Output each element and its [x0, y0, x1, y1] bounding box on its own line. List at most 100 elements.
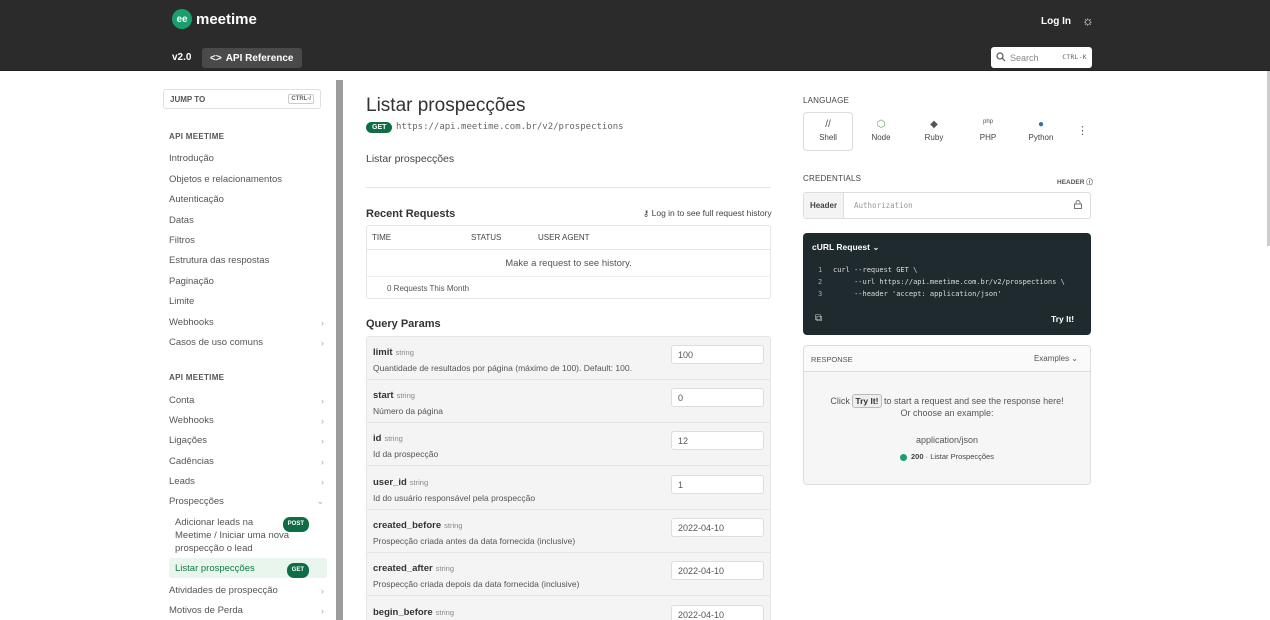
sidebar-item-introducao[interactable]: Introdução [169, 153, 324, 164]
method-badge: GET [286, 563, 309, 578]
sidebar-item-datas[interactable]: Datas [169, 215, 324, 226]
param-description: Prospecção criada depois da data forneci… [373, 579, 580, 589]
meetime-logo[interactable]: ee meetime [172, 9, 257, 29]
jump-to-input[interactable]: JUMP TO CTRL-/ [163, 89, 321, 109]
header-info[interactable]: HEADER ⓘ [1057, 176, 1093, 186]
param-type: string [396, 391, 415, 400]
param-name-wrap: limit string [373, 347, 414, 358]
param-input-created-after[interactable]: 2022-04-10 [671, 561, 764, 580]
param-description: Prospecção criada antes da data fornecid… [373, 536, 576, 546]
param-description: Id do usuário responsável pela prospecçã… [373, 493, 536, 503]
sidebar-item-ligacoes[interactable]: Ligações › [169, 435, 324, 446]
scrollbar-thumb[interactable] [336, 80, 343, 620]
code-line: curl --request GET \ [833, 266, 918, 274]
copy-icon[interactable]: ⧉ [815, 313, 822, 324]
param-name: created_after [373, 563, 433, 574]
sidebar-subitem-listar-prospeccoes[interactable]: Listar prospecções GET [175, 562, 327, 578]
line-number: 1 [818, 266, 823, 274]
param-input-id[interactable]: 12 [671, 431, 764, 450]
hint-click: Click [830, 396, 850, 406]
param-input-created-before[interactable]: 2022-04-10 [671, 518, 764, 537]
param-name-wrap: user_id string [373, 477, 428, 488]
lang-node[interactable]: ⬡ Node [861, 119, 901, 142]
param-type: string [435, 608, 454, 617]
status-code: 200 [911, 452, 924, 461]
api-reference-tab[interactable]: <> API Reference [202, 48, 302, 68]
sidebar-item-webhooks[interactable]: Webhooks › [169, 317, 324, 328]
theme-toggle-icon[interactable]: ☼ [1082, 13, 1094, 28]
header-label: HEADER [1057, 179, 1085, 186]
sidebar-item-objetos[interactable]: Objetos e relacionamentos [169, 174, 324, 185]
code-line: --header 'accept: application/json' [833, 290, 1002, 298]
try-it-inline-button[interactable]: Try It! [852, 394, 882, 408]
try-it-button[interactable]: Try It! [1051, 314, 1074, 324]
sidebar-item-prospeccoes[interactable]: Prospecções ⌄ [169, 496, 324, 507]
param-name-wrap: id string [373, 433, 403, 444]
chevron-down-icon: ⌄ [872, 242, 880, 252]
example-200[interactable]: 200 · Listar Prospecções [804, 452, 1090, 461]
search-shortcut: CTRL-K [1062, 54, 1087, 61]
lang-label: Node [871, 133, 891, 142]
recent-requests-title: Recent Requests [366, 208, 456, 220]
more-options-icon[interactable]: ⋮ [1077, 124, 1088, 137]
method-badge: POST [282, 517, 309, 532]
param-row: created_before string Prospecção criada a… [367, 510, 770, 553]
sidebar-item-label: Cadências [169, 456, 214, 467]
version-label[interactable]: v2.0 [172, 52, 191, 63]
response-hint: Click Try It! to start a request and see… [804, 394, 1090, 408]
response-panel: RESPONSE Examples ⌄ Click Try It! to sta… [803, 345, 1091, 485]
param-description: Id da prospecção [373, 449, 439, 459]
sidebar-item-label: Webhooks [169, 317, 214, 328]
sidebar-item-label: Ligações [169, 435, 208, 446]
sidebar-item-leads[interactable]: Leads › [169, 476, 324, 487]
sidebar: JUMP TO CTRL-/ API MEETIME Introdução Ob… [163, 71, 338, 620]
credential-tag: Header [804, 193, 844, 218]
sidebar-item-casos-de-uso[interactable]: Casos de uso comuns › [169, 337, 324, 348]
param-input-start[interactable]: 0 [671, 388, 764, 407]
sidebar-item-paginacao[interactable]: Paginação [169, 276, 324, 287]
sidebar-item-webhooks-2[interactable]: Webhooks › [169, 415, 324, 426]
sidebar-subitem-adicionar-leads[interactable]: Adicionar leads na Meetime / Iniciar uma… [175, 516, 327, 555]
search-input[interactable]: Search CTRL-K [991, 47, 1092, 68]
info-icon: ⓘ [1086, 179, 1093, 186]
examples-dropdown[interactable]: Examples ⌄ [1034, 354, 1078, 363]
lang-ruby[interactable]: ◆ Ruby [914, 119, 954, 142]
column-status: STATUS [471, 233, 502, 242]
chevron-right-icon: › [321, 337, 324, 348]
sidebar-item-autenticacao[interactable]: Autenticação [169, 194, 324, 205]
sidebar-item-conta[interactable]: Conta › [169, 395, 324, 406]
code-icon: <> [210, 52, 222, 64]
sidebar-item-atividades[interactable]: Atividades de prospecção › [169, 585, 324, 596]
credentials-field[interactable]: Header Authorization [803, 192, 1091, 219]
recent-requests-table: TIME STATUS USER AGENT Make a request to… [366, 225, 771, 299]
lang-php[interactable]: php PHP [968, 119, 1008, 142]
param-name-wrap: begin_before string [373, 607, 454, 618]
curl-dropdown[interactable]: cURL Request ⌄ [812, 242, 879, 253]
param-input-limit[interactable]: 100 [671, 345, 764, 364]
param-row: id string Id da prospecção 12 [367, 423, 770, 466]
request-history-link[interactable]: ⚷ Log in to see full request history [643, 208, 772, 219]
line-number: 3 [818, 290, 823, 298]
code-block: 1 curl --request GET \ 2 --url https://ap… [818, 264, 1065, 300]
lang-shell[interactable]: // Shell [808, 119, 848, 142]
param-row: created_after string Prospecção criada de… [367, 553, 770, 596]
sidebar-item-limite[interactable]: Limite [169, 296, 324, 307]
lang-python[interactable]: ● Python [1021, 119, 1061, 142]
login-link[interactable]: Log In [1041, 16, 1071, 27]
search-icon [996, 51, 1006, 64]
sidebar-scrollbar[interactable] [336, 80, 343, 620]
sidebar-item-estrutura[interactable]: Estrutura das respostas [169, 255, 324, 266]
param-input-begin-before[interactable]: 2022-04-10 [671, 605, 764, 620]
param-input-user-id[interactable]: 1 [671, 475, 764, 494]
authorization-input[interactable]: Authorization [854, 201, 913, 210]
sidebar-item-filtros[interactable]: Filtros [169, 235, 324, 246]
chevron-right-icon: › [321, 415, 324, 426]
sidebar-item-motivos[interactable]: Motivos de Perda › [169, 605, 324, 616]
table-footer: 0 Requests This Month [367, 276, 770, 299]
param-type: string [395, 348, 414, 357]
sidebar-item-cadencias[interactable]: Cadências › [169, 456, 324, 467]
empty-message: Make a request to see history. [505, 258, 632, 269]
param-description: Quantidade de resultados por página (máx… [373, 363, 632, 373]
requests-count: 0 Requests This Month [387, 284, 470, 293]
node-icon: ⬡ [876, 119, 886, 130]
